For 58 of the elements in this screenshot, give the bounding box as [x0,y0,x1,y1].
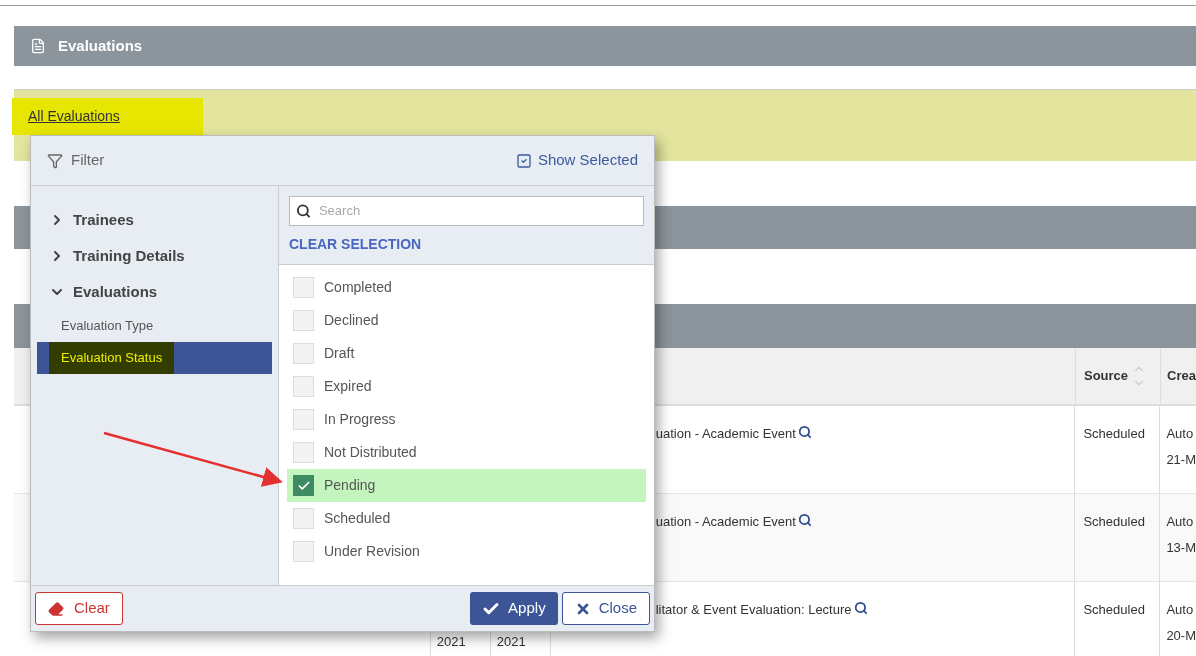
option-row[interactable]: Under Revision [287,535,646,568]
table-cell-text: 2021 [496,632,527,651]
search-icon [296,203,311,219]
page-title: Evaluations [58,35,143,56]
table-cell-text: litator & Event Evaluation: Lecture [655,601,852,619]
tree-item[interactable]: Evaluation Status [37,342,272,374]
tree-item[interactable]: Evaluations [37,274,158,310]
option-label: Draft [324,344,355,363]
table-cell-text: uation - Academic Event [655,513,796,531]
option-row[interactable]: Completed [287,271,646,304]
checkbox[interactable] [293,475,314,496]
document-icon [30,38,46,54]
table-cell-text: 21-M [1166,450,1196,469]
search-field[interactable]: Search [289,196,644,226]
table-cell: Scheduled [1083,426,1145,441]
table-cell-text: Auto [1166,601,1195,619]
tree-item[interactable]: Training Details [37,238,185,274]
option-label: Under Revision [324,542,420,561]
option-label: Scheduled [324,509,391,528]
table-cell-text: 20-M [1166,626,1196,645]
column-header[interactable]: Source [1084,366,1129,386]
clear-button[interactable]: Clear [35,592,123,625]
apply-button[interactable]: Apply [470,592,558,625]
column-header[interactable]: Crea [1167,366,1196,386]
option-label: Pending [324,476,376,495]
checkbox-icon [515,152,532,169]
option-row[interactable]: Expired [287,370,646,403]
tree-item[interactable]: Evaluation Type [37,310,272,342]
popup-title: Filter [71,150,105,171]
table-cell-text: Auto [1166,425,1195,443]
option-row[interactable]: Pending [287,469,646,502]
table-cell-text: 13-M [1166,538,1196,557]
tree-item[interactable]: Trainees [37,202,134,238]
show-selected-toggle[interactable]: Show Selected [515,149,638,172]
table-cell-text: 2021 [436,632,467,651]
search-icon[interactable] [853,601,868,615]
option-row[interactable]: In Progress [287,403,646,436]
filter-icon [47,152,63,169]
option-label: In Progress [324,410,396,429]
table-cell: Scheduled [1083,602,1145,617]
search-input[interactable]: Search [318,201,637,221]
option-row[interactable]: Scheduled [287,502,646,535]
option-row[interactable]: Not Distributed [287,436,646,469]
close-button[interactable]: Close [561,592,650,625]
eraser-icon [48,600,64,617]
search-icon[interactable] [797,513,812,527]
breadcrumb-link[interactable]: All Evaluations [28,106,120,127]
option-row[interactable]: Draft [287,337,646,370]
table-cell-text: Auto [1166,513,1195,531]
option-row[interactable]: Declined [287,304,646,337]
clear-selection-link[interactable]: CLEAR SELECTION [289,234,422,255]
option-label: Not Distributed [324,443,417,462]
option-label: Completed [324,278,392,297]
search-icon[interactable] [797,425,812,439]
option-label: Expired [324,377,372,396]
table-cell: Scheduled [1083,514,1145,529]
option-label: Declined [324,311,379,330]
table-cell-text: uation - Academic Event [655,425,796,443]
